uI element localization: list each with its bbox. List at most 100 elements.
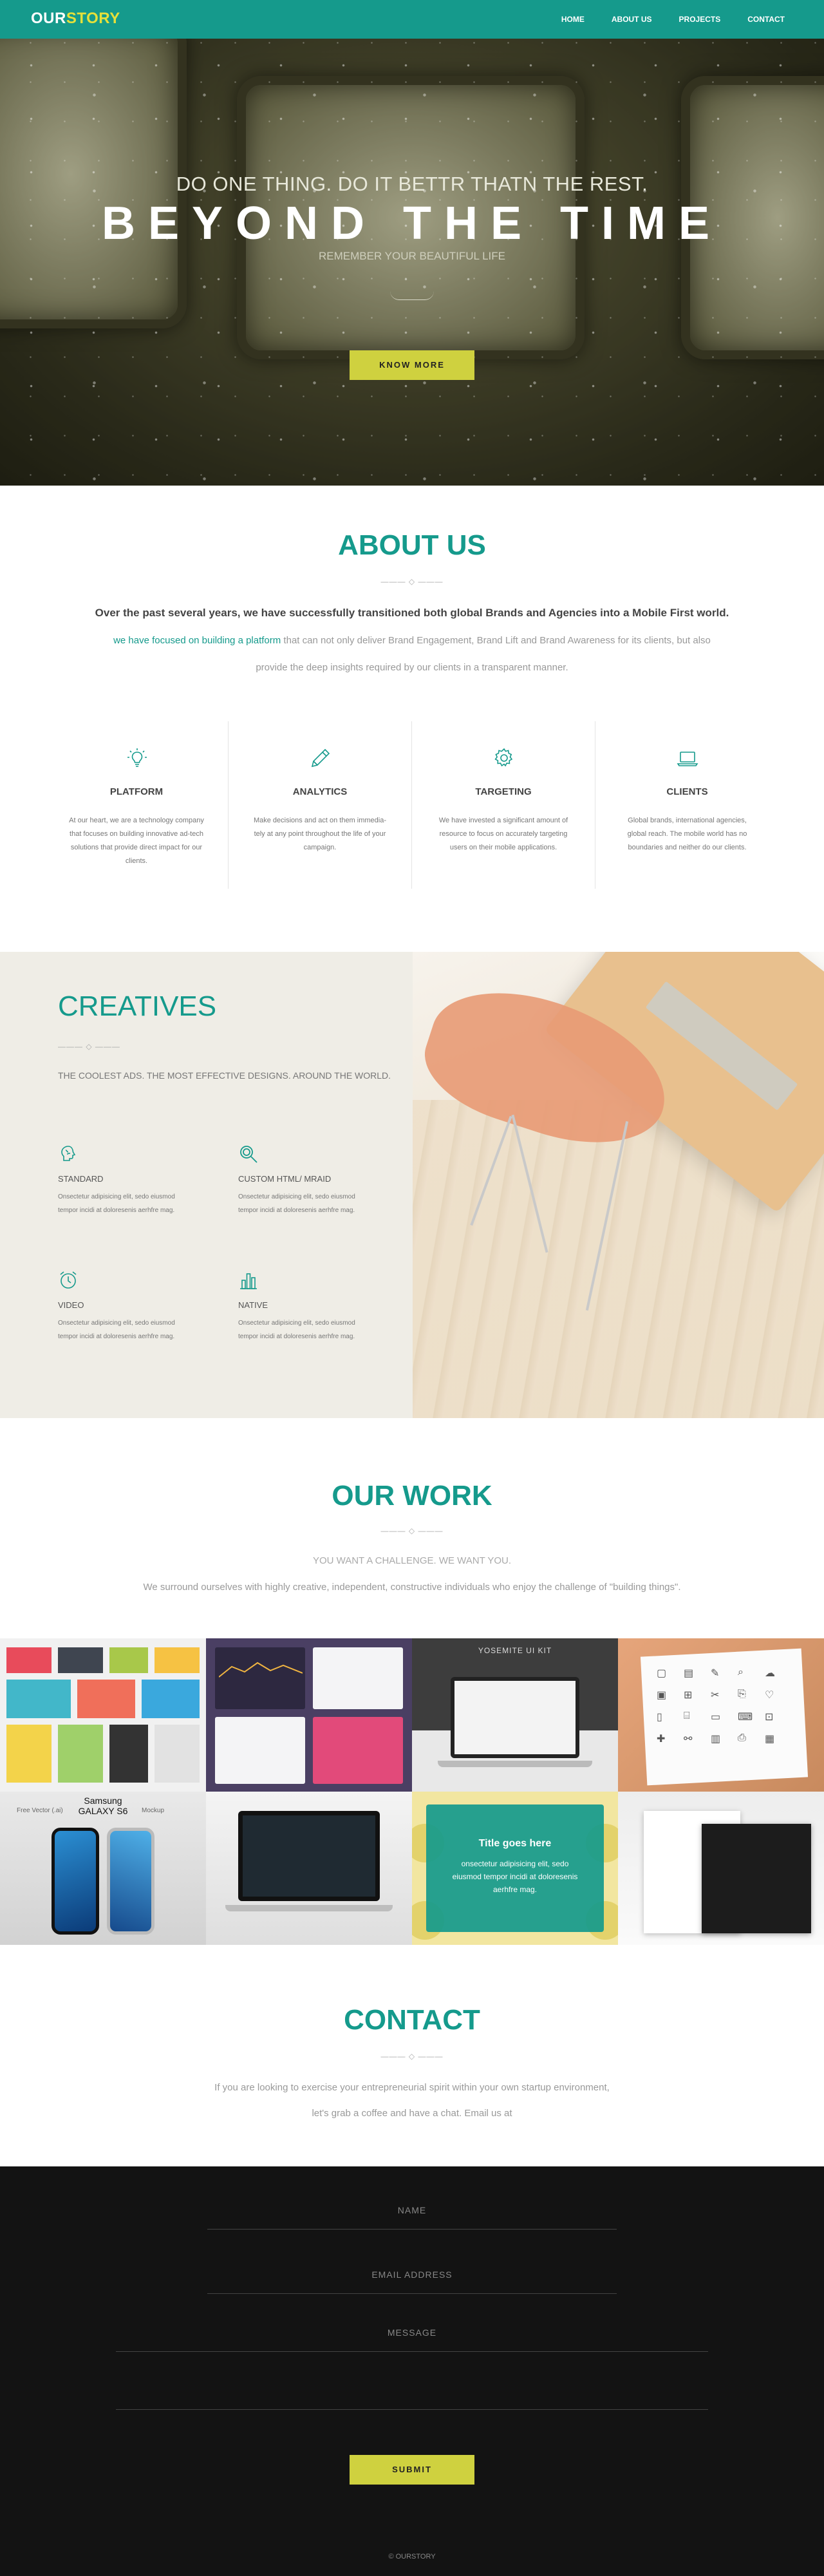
about-title: ABOUT US [338,529,486,561]
portfolio-tile[interactable]: ▢ ▤ ✎ ⌕ ☁ ▣ ⊞ ✂ ⎘ ♡ ▯ ⌸ ▭ ⌨ ⊡ ✚ ⚯ ▥ ⎙ ▦ [618,1638,824,1792]
portfolio-grid: YOSEMITE UI KIT ▢ ▤ ✎ ⌕ ☁ ▣ ⊞ ✂ ⎘ ♡ ▯ ⌸ ▭ ⌨ ⊡ ✚ ⚯ ▥ ⎙ ▦ … [0,1638,824,1945]
icon-grid: ▢ ▤ ✎ ⌕ ☁ ▣ ⊞ ✂ ⎘ ♡ ▯ ⌸ ▭ ⌨ ⊡ ✚ ⚯ ▥ ⎙ ▦ [657,1667,792,1745]
grid-glyph-icon: ☁ [765,1668,775,1679]
feature-platform: PLATFORM At our heart, we are a technolo… [45,721,229,889]
phone-right [107,1828,154,1935]
grid-glyph-icon: ⚯ [684,1734,693,1745]
samsung-left-label: Free Vector (.ai) [17,1807,63,1814]
tile-title: YOSEMITE UI KIT [478,1646,552,1655]
portfolio-tile[interactable] [206,1792,412,1945]
dashboard-panel [313,1647,403,1709]
mockup-block [109,1725,148,1783]
samsung-brand: Samsung [84,1795,122,1806]
portfolio-tile-active[interactable]: Title goes here onsectetur adipisicing e… [412,1792,618,1945]
feature-name: PLATFORM [109,786,164,797]
portfolio-tile[interactable]: YOSEMITE UI KIT [412,1638,618,1792]
grid-glyph-icon: ✂ [711,1690,720,1701]
mockup-block [77,1680,135,1718]
mockup-block [6,1680,71,1718]
grid-glyph-icon: ⊡ [765,1712,774,1723]
portfolio-tile[interactable]: Samsung GALAXY S6 Free Vector (.ai) Mock… [0,1792,206,1945]
chart-line-decor [219,1662,303,1678]
message-field[interactable]: MESSAGE [116,2327,708,2352]
creatives-title: CREATIVES [58,990,217,1022]
dashboard-panel [215,1717,305,1784]
grid-glyph-icon: ⊞ [684,1690,693,1701]
feature-text: We have invested a significant amount of… [438,817,568,851]
dashboard-panel [313,1717,403,1784]
grid-glyph-icon: ⌨ [738,1712,753,1723]
creatives-divider: ——— ◇ ——— [58,1042,120,1051]
name-field[interactable]: NAME [207,2205,617,2230]
grid-glyph-icon: ⎙ [738,1732,746,1743]
mockup-block [58,1725,103,1783]
laptop-screen [238,1811,380,1901]
lightbulb-icon [127,748,147,767]
creative-text: Onsectetur adipisicing elit, sedo eiusmo… [238,1193,355,1214]
grid-glyph-icon: ⌸ [684,1710,690,1721]
work-divider: ——— ◇ ——— [380,1526,444,1535]
know-more-button[interactable]: KNOW MORE [350,350,474,380]
laptop-icon [677,752,698,766]
feature-targeting: TARGETING We have invested a significant… [412,721,595,889]
creative-video: VIDEO Onsectetur adipisicing elit, sedo … [58,1270,206,1343]
creative-text: Onsectetur adipisicing elit, sedo eiusmo… [58,1320,175,1340]
creatives-section: CREATIVES ——— ◇ ——— THE COOLEST ADS. THE… [0,952,824,1418]
grid-glyph-icon: ✚ [657,1734,666,1745]
creatives-panel: CREATIVES ——— ◇ ——— THE COOLEST ADS. THE… [0,952,413,1418]
hero-section: DO ONE THING. DO IT BETTR THATN THE REST… [0,39,824,486]
creative-name: VIDEO [58,1300,84,1310]
about-divider: ——— ◇ ——— [380,577,444,586]
feature-name: ANALYTICS [292,786,348,797]
creative-text: Onsectetur adipisicing elit, sedo eiusmo… [238,1320,355,1340]
mockup-block [58,1647,103,1673]
work-title: OUR WORK [332,1480,492,1511]
work-description: We surround ourselves with highly creati… [143,1582,681,1593]
portfolio-tile[interactable] [206,1638,412,1792]
screen-front [702,1824,811,1933]
laptop-screen [451,1677,579,1758]
message-area-line[interactable] [116,2353,708,2410]
nav-home[interactable]: HOME [548,15,598,24]
logo[interactable]: OURSTORY [31,10,120,28]
feature-name: CLIENTS [666,786,708,797]
phone-left [52,1828,99,1935]
laptop-base [225,1905,393,1911]
portfolio-tile[interactable] [618,1792,824,1945]
laptop-base [438,1761,592,1767]
contact-paragraph-2: let's grab a coffee and have a chat. Ema… [312,2108,512,2119]
creative-name: STANDARD [58,1174,104,1184]
mockup-block [154,1647,200,1673]
submit-button[interactable]: SUBMIT [350,2455,474,2485]
nav-projects[interactable]: PROJECTS [666,15,735,24]
grid-glyph-icon: ▢ [657,1668,667,1679]
bar-chart-icon [240,1273,257,1289]
features-row: PLATFORM At our heart, we are a technolo… [45,721,779,889]
creative-text: Onsectetur adipisicing elit, sedo eiusmo… [58,1193,175,1214]
creative-native: NATIVE Onsectetur adipisicing elit, sedo… [238,1270,386,1343]
contact-form: NAME EMAIL ADDRESS MESSAGE [0,2166,824,2576]
grid-glyph-icon: ▦ [765,1734,775,1745]
overlay-text: onsectetur adipisicing elit, sedo eiusmo… [452,1859,578,1894]
creatives-photo [413,952,824,1418]
email-field[interactable]: EMAIL ADDRESS [207,2269,617,2294]
magnifier-icon [240,1146,258,1163]
feature-name: TARGETING [475,786,532,797]
feature-text: Make decisions and act on them immedia-t… [253,817,387,851]
about-paragraph-2: provide the deep insights required by ou… [256,662,568,673]
creatives-subtitle: THE COOLEST ADS. THE MOST EFFECTIVE DESI… [58,1070,391,1081]
portfolio-tile[interactable] [0,1638,206,1792]
nav-links: HOME ABOUT US PROJECTS CONTACT [548,15,798,24]
hero-tagline: REMEMBER YOUR BEAUTIFUL LIFE [319,250,505,262]
nav-contact[interactable]: CONTACT [734,15,798,24]
brain-icon [61,1146,76,1161]
grid-glyph-icon: ▤ [684,1668,694,1679]
feature-analytics: ANALYTICS Make decisions and act on them… [229,721,412,889]
navbar: OURSTORY HOME ABOUT US PROJECTS CONTACT [0,0,824,39]
contact-title: CONTACT [344,2004,480,2036]
grid-glyph-icon: ✎ [711,1668,720,1679]
creative-custom-html: CUSTOM HTML/ MRAID Onsectetur adipisicin… [238,1144,386,1217]
grid-glyph-icon: ♡ [765,1690,774,1701]
nav-about-us[interactable]: ABOUT US [598,15,666,24]
mockup-block [154,1725,200,1783]
